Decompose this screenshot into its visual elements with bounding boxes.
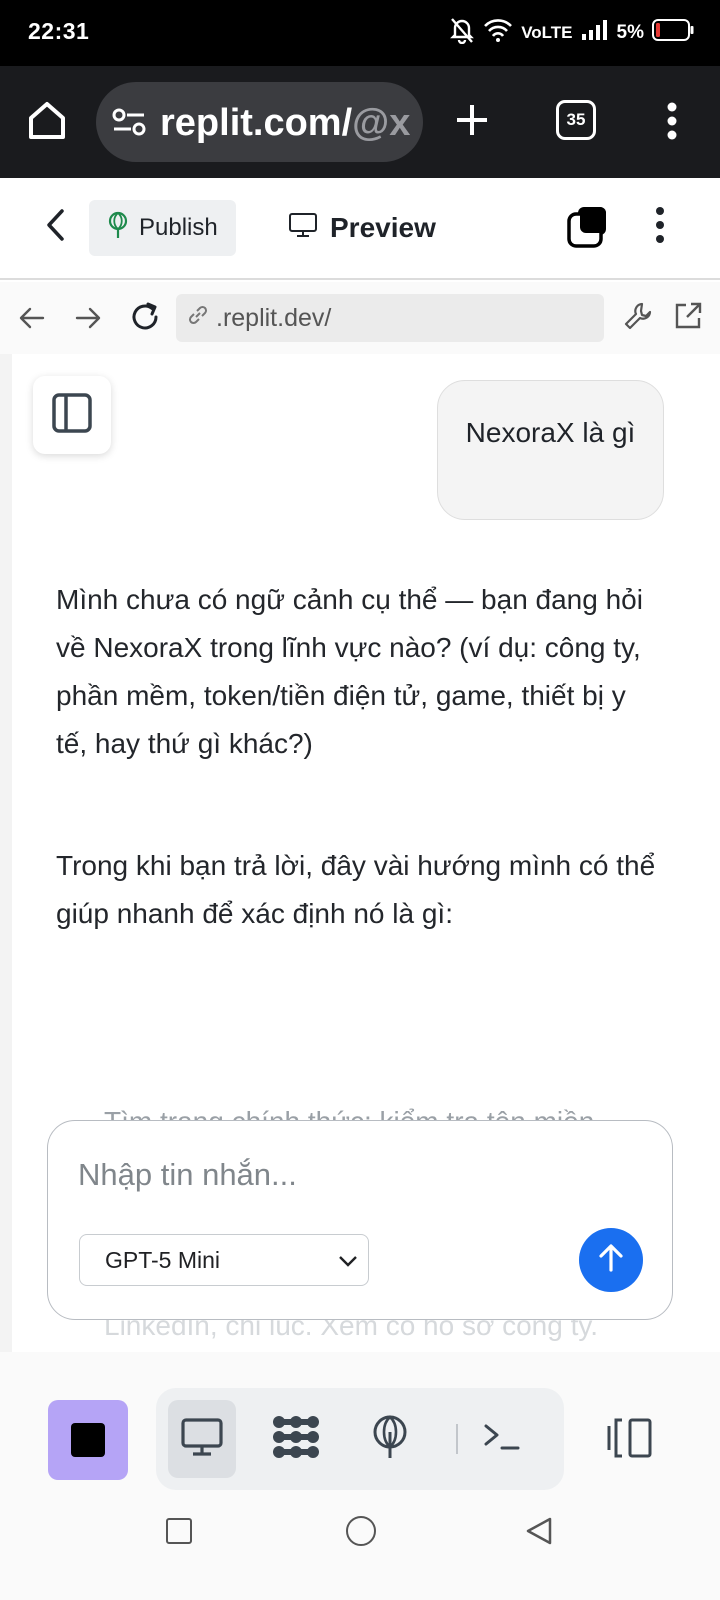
browser-url-bar[interactable]: replit.com/@x [96, 82, 423, 162]
tool-group [156, 1388, 564, 1490]
android-nav-bar [0, 1500, 720, 1600]
site-settings-icon[interactable] [112, 108, 146, 141]
model-select[interactable]: GPT-5 Mini [79, 1234, 369, 1286]
send-button[interactable] [579, 1228, 643, 1292]
battery-icon [652, 19, 694, 47]
status-icons: VoLTE 5% [449, 18, 694, 48]
battery-percent: 5% [616, 22, 644, 43]
assistant-paragraph-2: Trong khi bạn trả lời, đây vài hướng mìn… [56, 850, 656, 929]
link-icon [186, 303, 210, 334]
home-circle-icon[interactable] [346, 1516, 376, 1546]
sidebar-toggle-button[interactable] [33, 376, 111, 454]
back-arrow-icon[interactable] [18, 304, 46, 337]
apps-tool-button[interactable] [262, 1400, 330, 1478]
content-left-gutter [0, 354, 12, 1352]
user-message-bubble: NexoraX là gì [437, 380, 664, 520]
header-menu-icon[interactable] [654, 206, 666, 249]
layout-toggle-icon[interactable] [606, 1416, 654, 1465]
url-domain: replit.com/ [160, 102, 353, 144]
status-bar: 22:31 VoLTE 5% [0, 0, 720, 66]
webview-address-text: .replit.dev/ [216, 303, 332, 332]
webview-address-field[interactable]: .replit.dev/ [176, 294, 604, 342]
mute-bell-icon [449, 16, 475, 50]
tab-count: 35 [566, 110, 586, 129]
assistant-paragraph-1: Mình chưa có ngữ cảnh cụ thể — bạn đang … [56, 584, 643, 759]
replit-bottom-toolbar [0, 1352, 720, 1500]
browser-menu-icon[interactable] [666, 102, 678, 145]
signal-icon [581, 19, 609, 47]
network-label: VoLTE [521, 23, 573, 42]
webview-nav: .replit.dev/ [0, 282, 720, 354]
multi-window-icon[interactable] [566, 204, 610, 253]
preview-tool-button[interactable] [168, 1400, 236, 1478]
browser-toolbar: replit.com/@x 35 [0, 66, 720, 178]
publish-label: Publish [139, 214, 218, 241]
deploy-tool-button[interactable] [356, 1400, 424, 1478]
wifi-icon [483, 18, 513, 48]
stop-square-icon [71, 1423, 105, 1457]
status-time: 22:31 [28, 18, 90, 44]
monitor-icon [288, 211, 318, 246]
message-input[interactable]: Nhập tin nhắn... [78, 1157, 297, 1193]
tab-switcher-button[interactable]: 35 [556, 100, 596, 140]
model-select-value: GPT-5 Mini [105, 1246, 221, 1273]
replit-header: Publish Preview [0, 178, 720, 280]
browser-url-text: replit.com/@x [160, 102, 410, 145]
preview-label: Preview [330, 212, 436, 243]
sidebar-panel-icon [51, 392, 93, 439]
arrow-up-icon [597, 1243, 625, 1278]
grid-blob-icon [271, 1414, 321, 1465]
open-external-icon[interactable] [672, 300, 704, 337]
terminal-icon [482, 1420, 522, 1459]
reload-icon[interactable] [128, 300, 162, 339]
devtools-wrench-icon[interactable] [622, 300, 654, 337]
publish-button[interactable]: Publish [89, 200, 236, 256]
globe-publish-icon [107, 211, 129, 246]
message-composer: Nhập tin nhắn... GPT-5 Mini [47, 1120, 673, 1320]
chat-area[interactable]: NexoraX là gì Mình chưa có ngữ cảnh cụ t… [0, 354, 720, 1352]
recents-square-icon[interactable] [166, 1518, 192, 1544]
deploy-globe-icon [370, 1414, 410, 1465]
tool-divider [456, 1424, 458, 1454]
home-icon[interactable] [28, 100, 66, 145]
preview-button[interactable]: Preview [288, 200, 436, 256]
chevron-down-icon [338, 1247, 358, 1274]
url-path: @x [352, 102, 411, 144]
shell-tool-button[interactable] [468, 1400, 536, 1478]
new-tab-icon[interactable] [454, 102, 490, 143]
stop-button[interactable] [48, 1400, 128, 1480]
back-triangle-icon[interactable] [524, 1516, 554, 1551]
forward-arrow-icon[interactable] [74, 304, 102, 337]
back-chevron-icon[interactable] [44, 208, 68, 247]
monitor-tool-icon [180, 1417, 224, 1462]
